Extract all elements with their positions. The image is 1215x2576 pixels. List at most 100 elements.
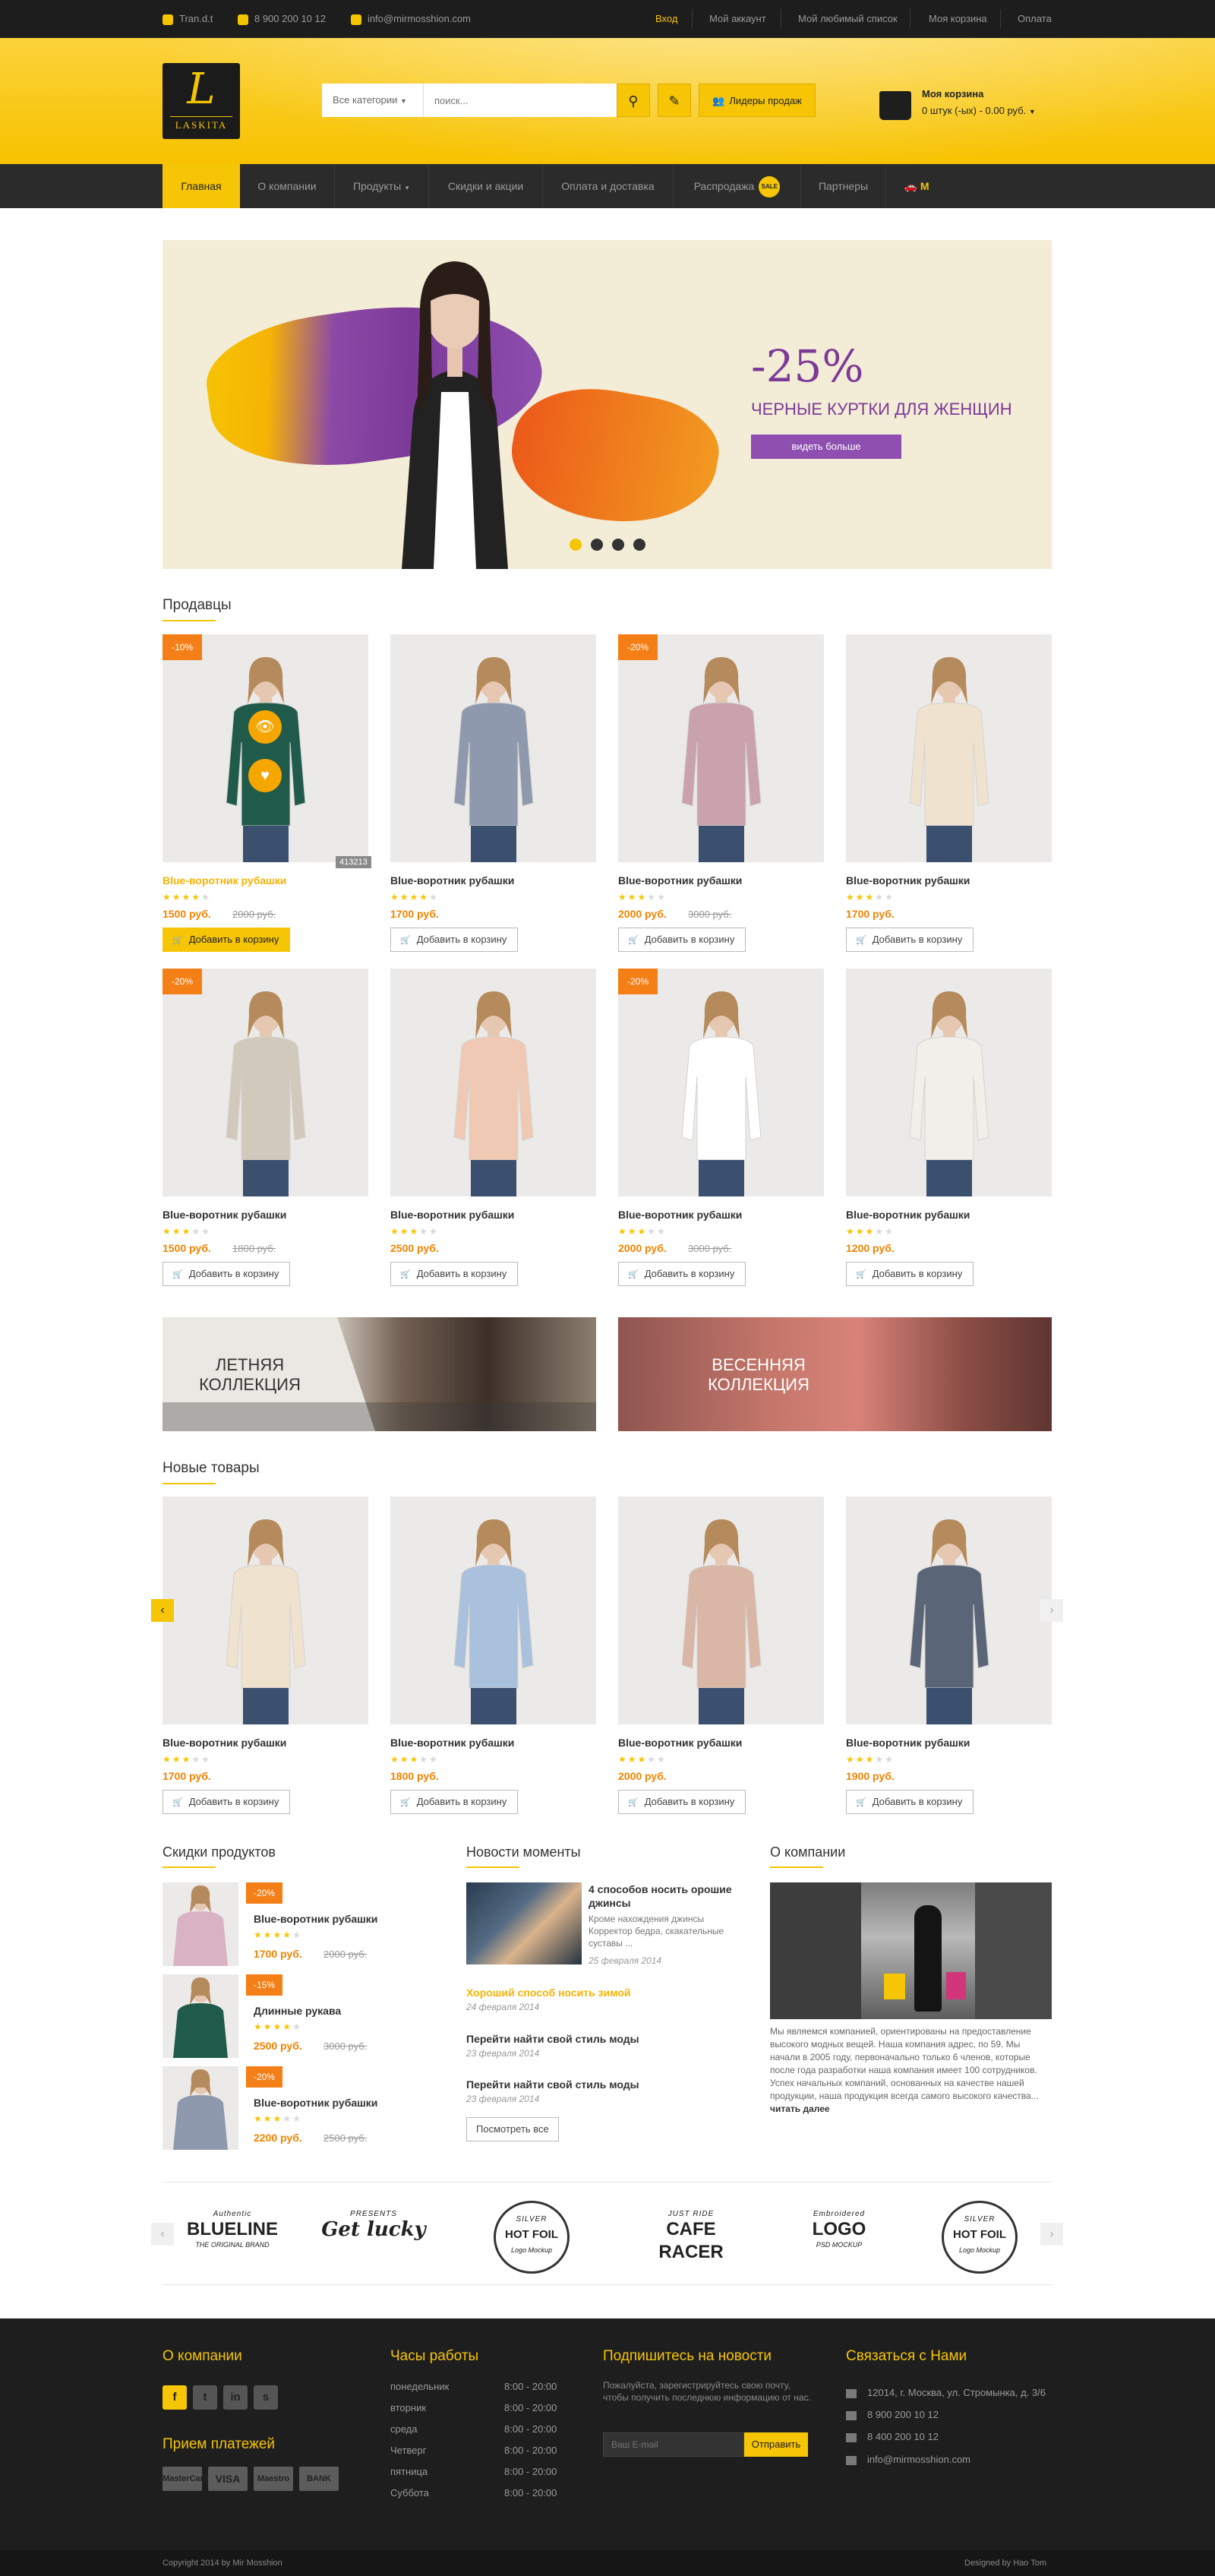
slider-dot[interactable]	[570, 539, 582, 551]
add-to-cart-button[interactable]: Добавить в корзину	[163, 1262, 291, 1286]
payment-link[interactable]: Оплата	[1018, 13, 1052, 24]
login-link[interactable]: Вход	[655, 13, 677, 24]
contact-email[interactable]: info@mirmosshion.com	[846, 2454, 970, 2465]
slider-dot[interactable]	[591, 539, 603, 551]
nav-item-delivery[interactable]: Оплата и доставка	[543, 164, 674, 208]
discount-name[interactable]: Blue-воротник рубашки	[254, 2097, 377, 2109]
add-to-cart-button[interactable]: Добавить в корзину	[163, 1790, 291, 1814]
product-image[interactable]	[846, 969, 1052, 1196]
news-item-title[interactable]: Перейти найти свой стиль моды	[466, 2032, 639, 2046]
product-name[interactable]: Blue-воротник рубашки	[163, 1737, 286, 1749]
category-select[interactable]: Все категории ▼	[322, 84, 424, 117]
nav-item-partners[interactable]: Партнеры	[801, 164, 886, 208]
discount-item[interactable]: -20% Blue-воротник рубашки ★★★★★ 2200 руб. 2…	[163, 2066, 451, 2150]
add-to-cart-button[interactable]: Добавить в корзину	[390, 928, 519, 952]
add-to-cart-button[interactable]: Добавить в корзину	[618, 1790, 746, 1814]
product-name[interactable]: Blue-воротник рубашки	[390, 1209, 514, 1221]
brand-logo[interactable]: Authentic BLUELINE THE ORIGINAL BRAND	[179, 2199, 286, 2275]
slider-dot[interactable]	[633, 539, 645, 551]
product-card[interactable]: Blue-воротник рубашки★★★★★1700 руб.Добав…	[846, 634, 1052, 952]
add-to-cart-button[interactable]: Добавить в корзину	[846, 1262, 974, 1286]
add-to-cart-button[interactable]: Добавить в корзину	[390, 1790, 519, 1814]
product-card[interactable]: -10% 👁 ♥ Blue-воротник рубашки ★★★★★ 1500 руб…	[163, 634, 371, 952]
my-account-link[interactable]: Мой аккаунт	[709, 13, 766, 24]
product-card[interactable]: Blue-воротник рубашки★★★★★1200 руб.Добав…	[846, 969, 1052, 1286]
product-card[interactable]: Blue-воротник рубашки★★★★★1800 руб.Добав…	[390, 1497, 596, 1814]
product-card[interactable]: -20% Blue-воротник рубашки ★★★★★ 2000 руб. 3…	[618, 634, 824, 952]
product-card[interactable]: -20% Blue-воротник рубашки ★★★★★ 2000 руб. 3…	[618, 969, 824, 1286]
brand-logo[interactable]: JUST RIDE CAFE RACER	[638, 2199, 744, 2275]
product-name[interactable]: Blue-воротник рубашки	[846, 1737, 970, 1749]
site-logo[interactable]: L LASKITA	[163, 63, 240, 139]
subscribe-button[interactable]: Отправить	[744, 2432, 808, 2457]
product-image[interactable]	[390, 969, 596, 1196]
search-button[interactable]: ⚲	[617, 84, 650, 117]
read-more-link[interactable]: читать далее	[770, 2103, 830, 2114]
product-image[interactable]	[163, 1497, 368, 1724]
product-image[interactable]	[618, 1497, 824, 1724]
add-to-cart-button[interactable]: Добавить в корзину	[846, 928, 974, 952]
product-name[interactable]: Blue-воротник рубашки	[618, 874, 742, 887]
best-sellers-button[interactable]: 👥 Лидеры продаж	[699, 84, 816, 117]
news-featured-title[interactable]: 4 способов носить орошие джинсы	[589, 1882, 748, 1910]
product-name[interactable]: Blue-воротник рубашки	[390, 874, 514, 887]
carousel-next-button[interactable]: ›	[1040, 1599, 1063, 1622]
add-to-cart-button[interactable]: Добавить в корзину	[618, 1262, 746, 1286]
quick-view-icon[interactable]: 👁	[248, 710, 282, 744]
brand-logo[interactable]: PRESENTS Get lucky	[320, 2199, 427, 2275]
discount-name[interactable]: Длинные рукава	[254, 2005, 341, 2017]
product-image[interactable]: -20%	[163, 969, 368, 1196]
hero-more-button[interactable]: видеть больше	[751, 435, 901, 459]
product-image[interactable]	[846, 1497, 1052, 1724]
product-name[interactable]: Blue-воротник рубашки	[618, 1737, 742, 1749]
wishlist-link[interactable]: Мой любимый список	[798, 13, 898, 24]
carousel-prev-button[interactable]: ‹	[151, 1599, 174, 1622]
view-all-news-button[interactable]: Посмотреть все	[466, 2117, 559, 2141]
news-featured-image[interactable]	[466, 1882, 582, 1964]
my-cart-link[interactable]: Моя корзина	[929, 13, 987, 24]
product-card[interactable]: Blue-воротник рубашки★★★★★2000 руб.Добав…	[618, 1497, 824, 1814]
product-name[interactable]: Blue-воротник рубашки	[618, 1209, 742, 1221]
product-card[interactable]: Blue-воротник рубашки★★★★★1700 руб.Добав…	[390, 634, 596, 952]
linkedin-icon[interactable]: in	[223, 2385, 248, 2410]
product-name[interactable]: Blue-воротник рубашки	[846, 1209, 970, 1221]
brand-logo[interactable]: SILVER HOT FOIL Logo Mockup	[494, 2201, 570, 2274]
product-card[interactable]: Blue-воротник рубашки★★★★★2500 руб.Добав…	[390, 969, 596, 1286]
discount-thumb[interactable]	[163, 1974, 238, 2058]
discount-name[interactable]: Blue-воротник рубашки	[254, 1913, 377, 1925]
brand-logo[interactable]: SILVER HOT FOIL Logo Mockup	[942, 2201, 1018, 2274]
nav-item-about[interactable]: О компании	[240, 164, 335, 208]
add-to-cart-button[interactable]: Добавить в корзину	[846, 1790, 974, 1814]
subscribe-email-input[interactable]	[603, 2432, 744, 2457]
product-image[interactable]: -20%	[618, 634, 824, 862]
product-image[interactable]	[846, 634, 1052, 862]
nav-item-discounts[interactable]: Скидки и акции	[429, 164, 543, 208]
slider-dot[interactable]	[612, 539, 624, 551]
discount-item[interactable]: -20% Blue-воротник рубашки ★★★★★ 1700 руб. 2…	[163, 1882, 451, 1966]
product-card[interactable]: Blue-воротник рубашки★★★★★1700 руб.Добав…	[163, 1497, 368, 1814]
product-card[interactable]: Blue-воротник рубашки★★★★★1900 руб.Добав…	[846, 1497, 1052, 1814]
add-to-cart-button[interactable]: Добавить в корзину	[390, 1262, 519, 1286]
product-image[interactable]	[390, 1497, 596, 1724]
discount-thumb[interactable]	[163, 2066, 238, 2150]
product-name[interactable]: Blue-воротник рубашки	[846, 874, 970, 887]
twitter-icon[interactable]: t	[193, 2385, 217, 2410]
nav-item-products[interactable]: Продукты ▼	[335, 164, 429, 208]
product-image[interactable]: -20%	[618, 969, 824, 1196]
product-image[interactable]: -10% 👁 ♥	[163, 634, 368, 862]
product-card[interactable]: -20% Blue-воротник рубашки ★★★★★ 1500 руб. 1…	[163, 969, 368, 1286]
nav-item-sale[interactable]: Распродажа SALE	[674, 164, 801, 208]
nav-icons[interactable]: 🚗 M	[886, 164, 947, 208]
discount-item[interactable]: -15% Длинные рукава ★★★★★ 2500 руб. 3000 руб…	[163, 1974, 451, 2058]
brands-prev-button[interactable]: ‹	[151, 2223, 174, 2246]
product-name[interactable]: Blue-воротник рубашки	[390, 1737, 514, 1749]
news-item-title[interactable]: Хороший способ носить зимой	[466, 1986, 631, 1999]
skype-icon[interactable]: s	[254, 2385, 278, 2410]
facebook-icon[interactable]: f	[163, 2385, 187, 2410]
brands-next-button[interactable]: ›	[1040, 2223, 1063, 2246]
product-name[interactable]: Blue-воротник рубашки	[163, 1209, 286, 1221]
brand-logo[interactable]: Embroidered LOGO PSD MOCKUP	[786, 2199, 892, 2275]
add-to-cart-button[interactable]: Добавить в корзину	[163, 928, 291, 952]
edit-button[interactable]: ✎	[658, 84, 691, 117]
wishlist-heart-icon[interactable]: ♥	[248, 759, 282, 792]
